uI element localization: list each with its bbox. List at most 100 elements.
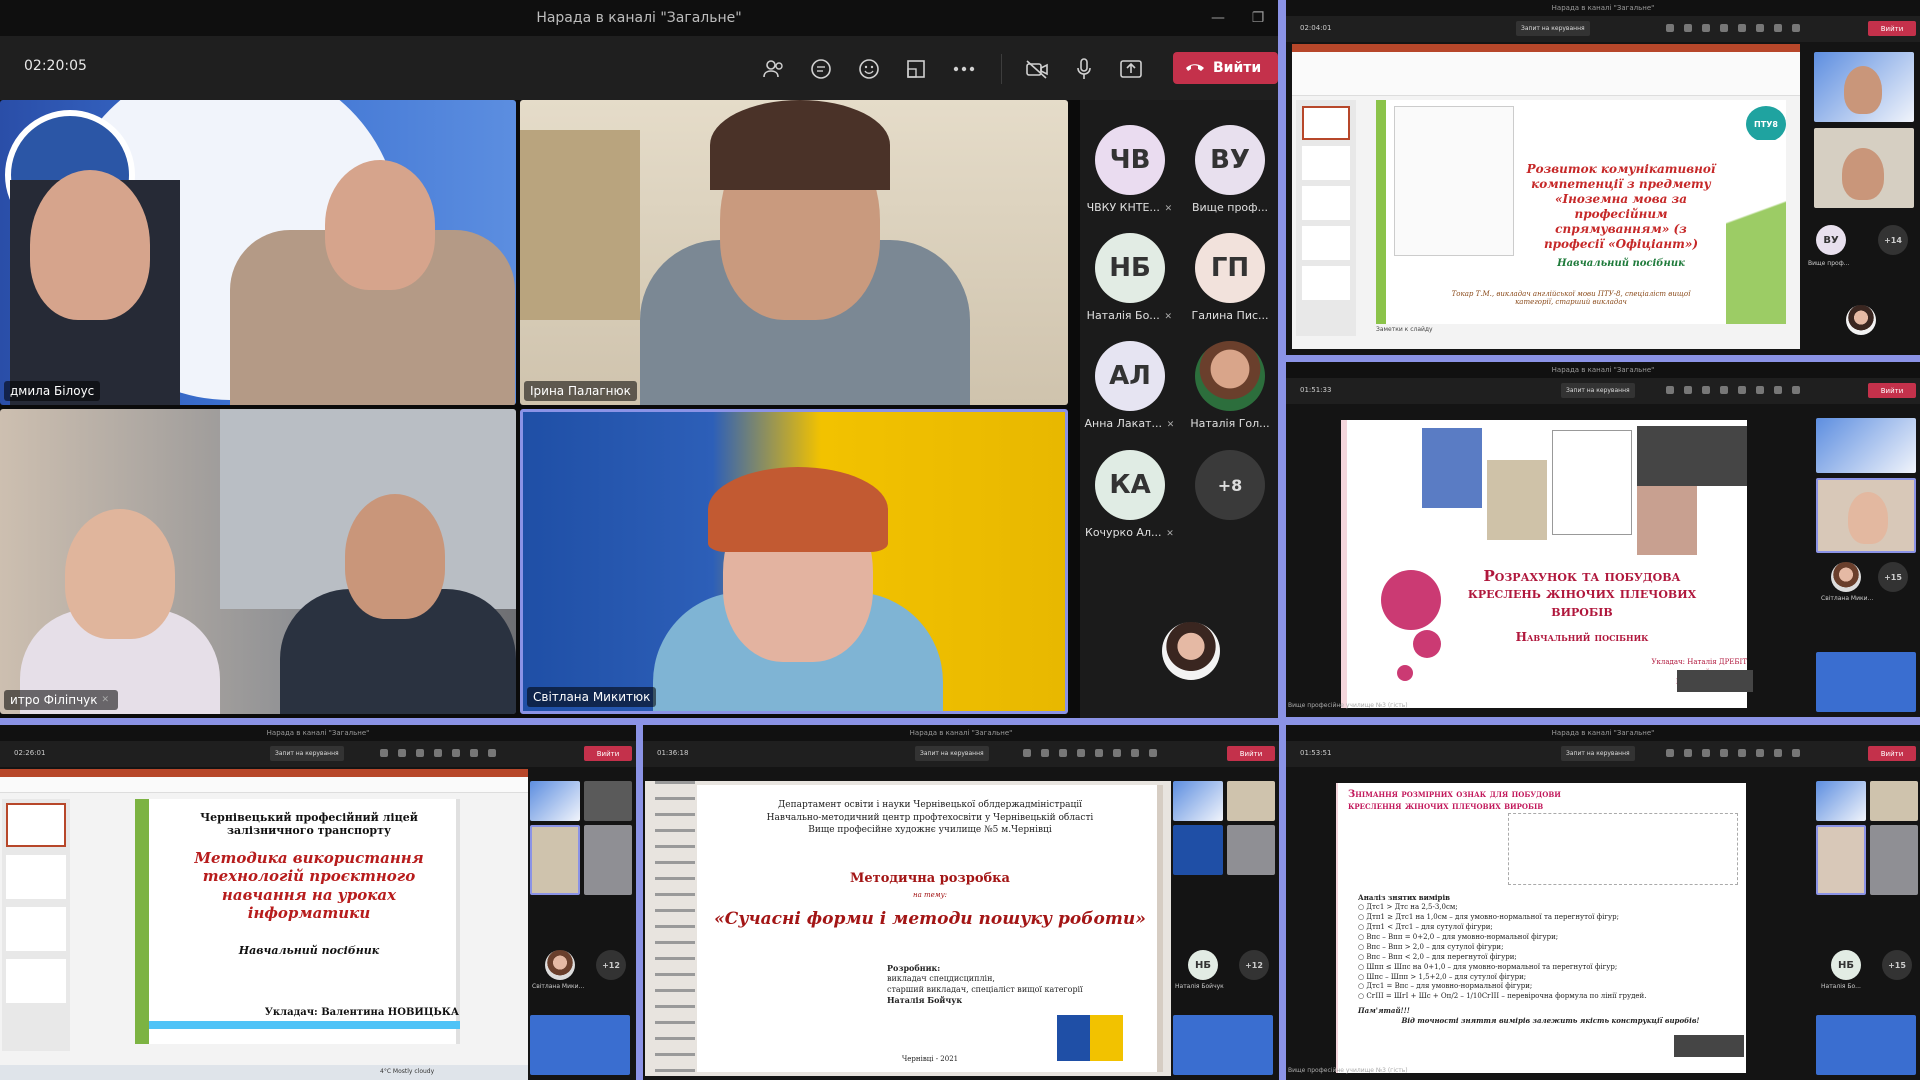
slide-thumbnail[interactable] (1302, 186, 1350, 220)
camera-icon[interactable] (470, 749, 478, 757)
chat-icon[interactable] (1684, 749, 1692, 757)
self-view-avatar[interactable] (1162, 622, 1220, 680)
video-tile[interactable]: Ірина Палагнюк (520, 100, 1068, 405)
participant-video[interactable] (1227, 781, 1275, 821)
reactions-icon[interactable] (1702, 386, 1710, 394)
overflow-count[interactable]: +15 (1878, 562, 1908, 592)
participant-video[interactable] (1173, 1015, 1273, 1075)
view-icon[interactable] (1720, 749, 1728, 757)
avatar[interactable] (545, 950, 575, 980)
video-tile[interactable]: итро Філіпчук ✕ (0, 409, 516, 714)
camera-icon[interactable] (1756, 749, 1764, 757)
people-icon[interactable] (1666, 749, 1674, 757)
request-control-button[interactable]: Запит на керування (915, 746, 989, 761)
video-tile-active-speaker[interactable]: Світлана Микитюк (520, 409, 1068, 714)
avatar[interactable]: НБ (1188, 950, 1218, 980)
leave-button[interactable]: Вийти (1868, 746, 1916, 761)
self-view-avatar[interactable] (1846, 305, 1876, 335)
mic-icon[interactable] (1774, 386, 1782, 394)
mic-icon[interactable] (1071, 56, 1097, 82)
more-icon[interactable] (1095, 749, 1103, 757)
chat-icon[interactable] (1684, 24, 1692, 32)
slide-thumbnail[interactable] (6, 907, 66, 951)
participant-video[interactable] (1173, 781, 1223, 821)
video-tile[interactable]: ЧНИЙ ЦЕНТР дмила Білоус (0, 100, 516, 405)
request-control-button[interactable]: Запит на керування (270, 746, 344, 761)
more-icon[interactable] (1738, 386, 1746, 394)
participant-video[interactable] (1816, 418, 1916, 473)
share-icon[interactable] (1792, 386, 1800, 394)
reactions-icon[interactable] (416, 749, 424, 757)
people-icon[interactable] (1666, 386, 1674, 394)
mic-icon[interactable] (1774, 749, 1782, 757)
minimize-icon[interactable]: — (1198, 0, 1238, 36)
participant-video[interactable] (530, 1015, 630, 1075)
share-icon[interactable] (1149, 749, 1157, 757)
participant-video[interactable] (584, 781, 632, 821)
leave-button[interactable]: Вийти (1868, 21, 1916, 36)
more-icon[interactable] (1738, 24, 1746, 32)
leave-button[interactable]: Вийти (1868, 383, 1916, 398)
participant-avatar-item[interactable]: ВУ Вище проф... (1180, 125, 1278, 235)
camera-icon[interactable] (1113, 749, 1121, 757)
leave-button[interactable]: Вийти (1173, 52, 1278, 84)
leave-button[interactable]: Вийти (584, 746, 632, 761)
participant-avatar-item[interactable]: НБ Наталія Бо... ✕ (1080, 233, 1180, 343)
people-icon[interactable] (1023, 749, 1031, 757)
share-icon[interactable] (1118, 56, 1144, 82)
view-icon[interactable] (1077, 749, 1085, 757)
more-icon[interactable] (1738, 749, 1746, 757)
overflow-count[interactable]: +12 (596, 950, 626, 980)
overflow-count[interactable]: +14 (1878, 225, 1908, 255)
slide-thumbnail[interactable] (1302, 266, 1350, 300)
people-icon[interactable] (1666, 24, 1674, 32)
request-control-button[interactable]: Запит на керування (1561, 746, 1635, 761)
reactions-icon[interactable] (1059, 749, 1067, 757)
maximize-icon[interactable]: ❐ (1238, 0, 1278, 36)
participant-video[interactable] (530, 825, 580, 895)
mic-icon[interactable] (1774, 24, 1782, 32)
participant-video[interactable] (1814, 52, 1914, 122)
people-icon[interactable] (380, 749, 388, 757)
reactions-icon[interactable] (1702, 749, 1710, 757)
participant-video[interactable] (584, 825, 632, 895)
participant-video[interactable] (1814, 128, 1914, 208)
view-icon[interactable] (903, 56, 929, 82)
participant-avatar-item[interactable]: ЧВ ЧВКУ КНТЕ... ✕ (1080, 125, 1180, 235)
people-icon[interactable] (761, 56, 787, 82)
more-participants-button[interactable]: +8 (1180, 450, 1278, 560)
more-icon[interactable] (951, 56, 977, 82)
mic-icon[interactable] (488, 749, 496, 757)
request-control-button[interactable]: Запит на керування (1561, 383, 1635, 398)
slide-thumbnail[interactable] (6, 855, 66, 899)
share-icon[interactable] (1792, 24, 1800, 32)
camera-off-icon[interactable] (1024, 56, 1050, 82)
chat-icon[interactable] (1684, 386, 1692, 394)
mic-icon[interactable] (1131, 749, 1139, 757)
participant-video[interactable] (1173, 825, 1223, 875)
chat-icon[interactable] (398, 749, 406, 757)
reactions-icon[interactable] (1702, 24, 1710, 32)
avatar[interactable]: ВУ (1816, 225, 1846, 255)
view-icon[interactable] (434, 749, 442, 757)
share-icon[interactable] (1792, 749, 1800, 757)
leave-button[interactable]: Вийти (1227, 746, 1275, 761)
participant-avatar-item[interactable]: КА Кочурко Ал... ✕ (1080, 450, 1180, 560)
participant-avatar-item[interactable]: Наталія Гол... (1180, 341, 1278, 451)
slide-thumbnail[interactable] (6, 803, 66, 847)
participant-video[interactable] (1816, 652, 1916, 712)
overflow-count[interactable]: +12 (1239, 950, 1269, 980)
request-control-button[interactable]: Запит на керування (1516, 21, 1590, 36)
participant-video[interactable] (530, 781, 580, 821)
participant-video[interactable] (1816, 1015, 1916, 1075)
participant-video[interactable] (1816, 781, 1866, 821)
slide-thumbnail[interactable] (1302, 226, 1350, 260)
more-icon[interactable] (452, 749, 460, 757)
chat-icon[interactable] (1041, 749, 1049, 757)
overflow-count[interactable]: +15 (1882, 950, 1912, 980)
participant-avatar-item[interactable]: АЛ Анна Лакат... ✕ (1080, 341, 1180, 451)
participant-avatar-item[interactable]: ГП Галина Пис... (1180, 233, 1278, 343)
participant-video[interactable] (1816, 825, 1866, 895)
view-icon[interactable] (1720, 386, 1728, 394)
camera-icon[interactable] (1756, 24, 1764, 32)
